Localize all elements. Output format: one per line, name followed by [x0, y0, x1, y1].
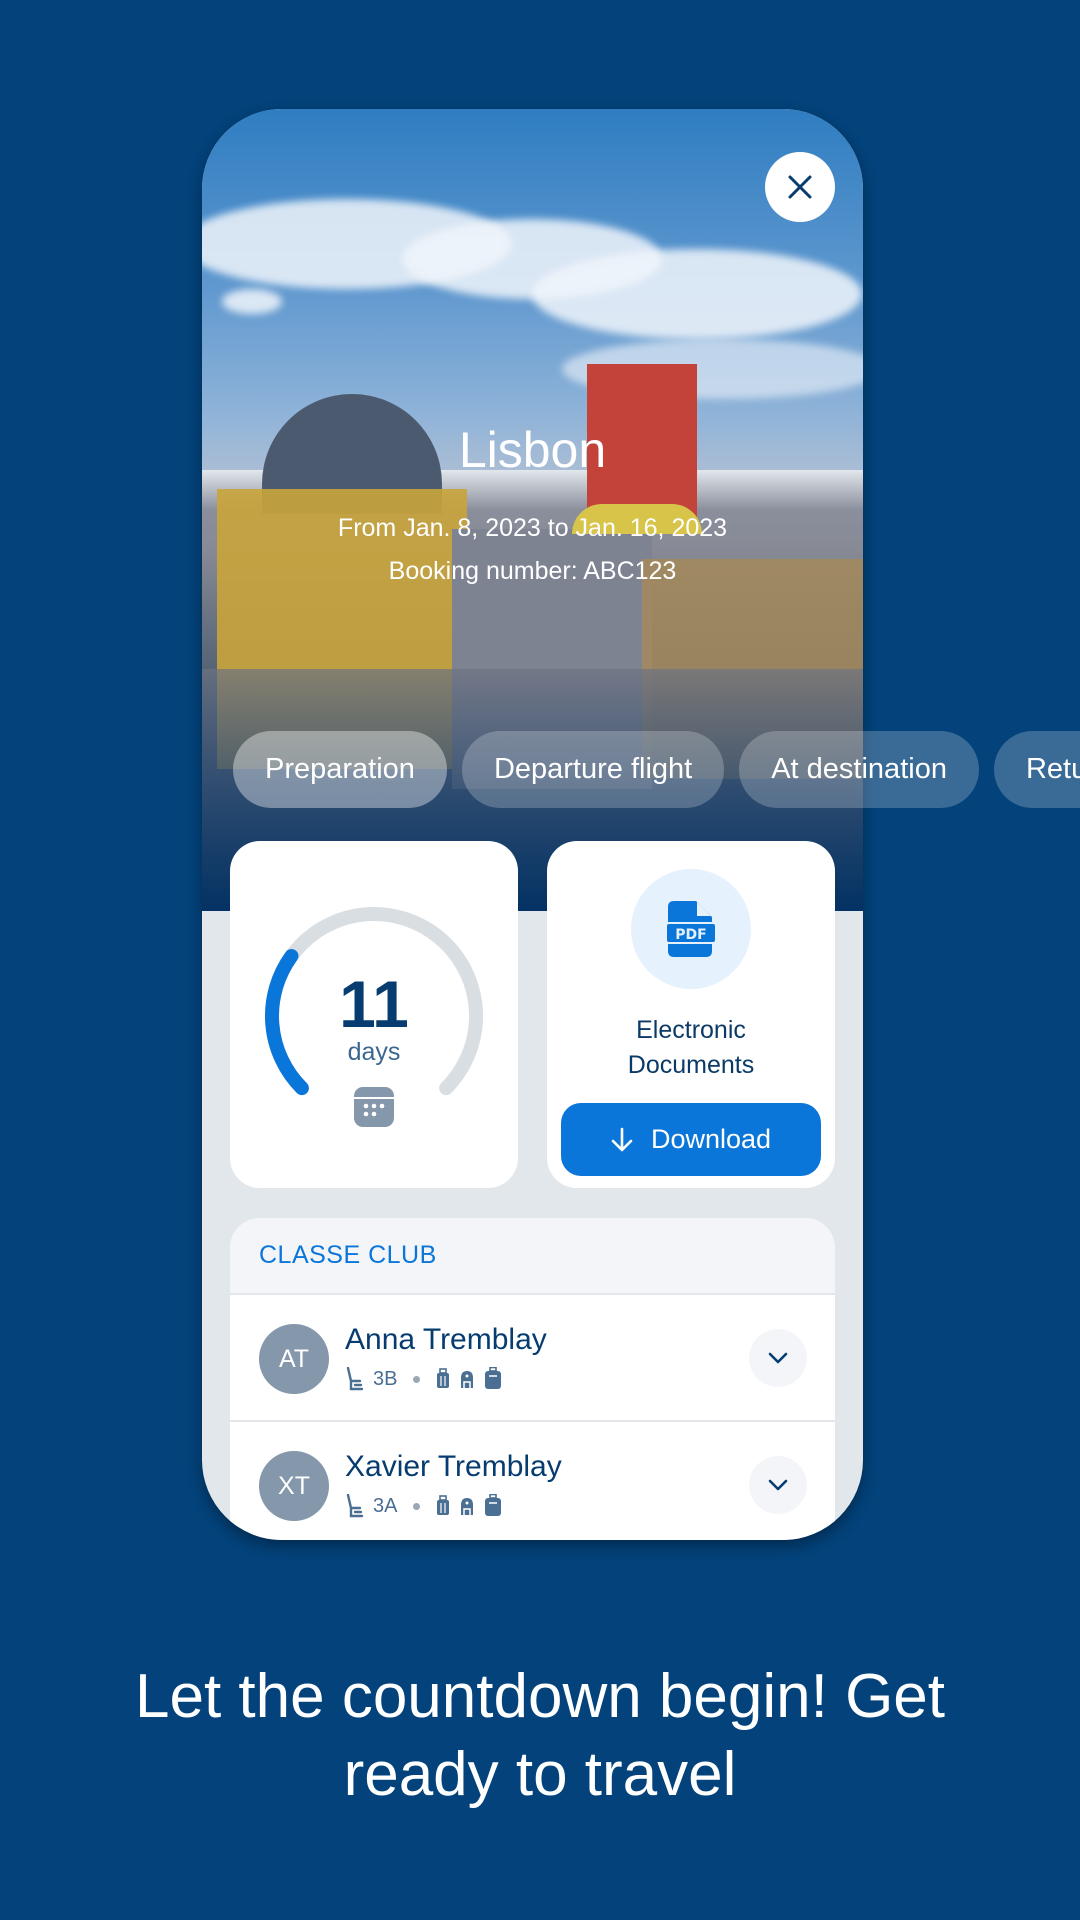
expand-passenger-button[interactable]	[749, 1456, 807, 1514]
countdown-card: 11 days	[230, 841, 518, 1188]
passenger-row[interactable]: AT Anna Tremblay 3B	[230, 1295, 835, 1422]
trip-phase-tabs: Preparation Departure flight At destinat…	[233, 731, 1080, 808]
countdown-value: 11	[339, 967, 409, 1041]
tagline-line1: Let the countdown begin! Get	[134, 1662, 946, 1731]
tab-preparation[interactable]: Preparation	[233, 731, 447, 808]
fare-class-header: CLASSE CLUB	[230, 1218, 835, 1295]
expand-passenger-button[interactable]	[749, 1329, 807, 1387]
seat-number: 3A	[373, 1494, 398, 1517]
tab-return-flight[interactable]: Return flight	[993, 731, 1080, 808]
documents-label-line2: Documents	[627, 1051, 755, 1079]
chevron-down-icon	[768, 1352, 788, 1364]
passenger-details: 3A	[345, 1494, 502, 1518]
trip-dates: From Jan. 8, 2023 to Jan. 16, 2023	[337, 514, 728, 542]
passenger-name: Anna Tremblay	[345, 1323, 547, 1356]
download-button[interactable]: Download	[561, 1103, 821, 1176]
chevron-down-icon	[768, 1479, 788, 1491]
pdf-icon-badge: PDF	[631, 869, 751, 989]
tagline-line2: ready to travel	[343, 1740, 737, 1809]
svg-text:PDF: PDF	[675, 927, 706, 943]
passenger-name: Xavier Tremblay	[345, 1450, 562, 1483]
download-label: Download	[650, 1124, 772, 1154]
passenger-details: 3B	[345, 1367, 502, 1391]
passenger-list: CLASSE CLUB AT Anna Tremblay 3B XT Xavie…	[230, 1218, 835, 1540]
pdf-file-icon: PDF	[666, 901, 716, 957]
avatar: XT	[259, 1451, 329, 1521]
seat-number: 3B	[373, 1367, 398, 1390]
checked-bag-icon	[485, 1367, 502, 1389]
countdown-unit: days	[347, 1038, 401, 1066]
trip-card: Lisbon From Jan. 8, 2023 to Jan. 16, 202…	[202, 109, 863, 1540]
electronic-documents-card: PDF Electronic Documents Download	[547, 841, 835, 1188]
tab-departure-flight[interactable]: Departure flight	[461, 731, 725, 808]
seat-icon	[346, 1494, 364, 1518]
destination-title: Lisbon	[458, 422, 607, 478]
tab-at-destination[interactable]: At destination	[739, 731, 979, 808]
backpack-icon	[461, 1498, 474, 1515]
carry-on-icon	[437, 1495, 450, 1515]
booking-number: Booking number: ABC123	[388, 557, 677, 585]
close-icon	[788, 175, 812, 199]
backpack-icon	[461, 1371, 474, 1388]
seat-icon	[346, 1367, 364, 1391]
close-button[interactable]	[765, 152, 835, 222]
calendar-icon	[354, 1087, 394, 1127]
carry-on-icon	[437, 1368, 450, 1388]
marketing-tagline: Let the countdown begin! Get ready to tr…	[0, 1658, 1080, 1814]
passenger-row[interactable]: XT Xavier Tremblay 3A	[230, 1422, 835, 1540]
separator-dot	[413, 1502, 421, 1510]
documents-label-line1: Electronic	[636, 1016, 746, 1044]
documents-label: Electronic Documents	[547, 1013, 835, 1083]
arrow-down-icon	[611, 1127, 633, 1151]
checked-bag-icon	[485, 1494, 502, 1516]
avatar: AT	[259, 1324, 329, 1394]
separator-dot	[413, 1375, 421, 1383]
